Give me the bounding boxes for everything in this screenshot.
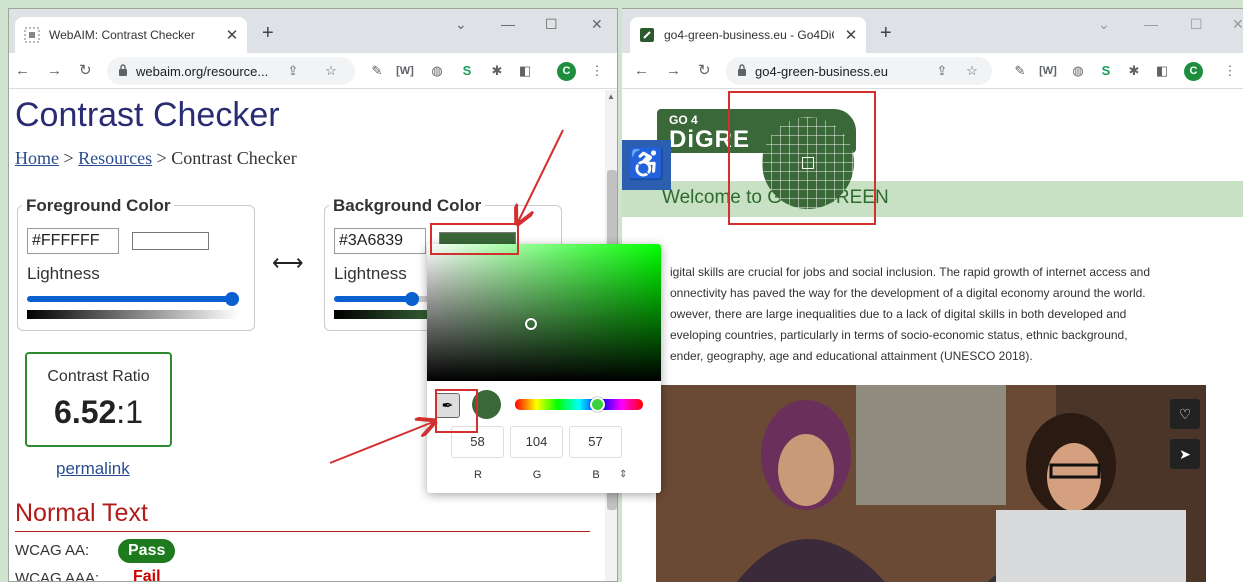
eyedropper-icon: ✒ bbox=[441, 397, 454, 413]
divider bbox=[15, 531, 590, 532]
foreground-lightness-label: Lightness bbox=[27, 264, 100, 283]
breadcrumb-separator: > bbox=[63, 148, 74, 168]
normal-text-heading: Normal Text bbox=[15, 499, 148, 527]
current-color-preview bbox=[472, 390, 501, 419]
breadcrumb: Home > Resources > Contrast Checker bbox=[15, 148, 297, 169]
heart-icon[interactable]: ♡ bbox=[1170, 399, 1200, 429]
contrast-ratio-box: Contrast Ratio 6.52:1 bbox=[25, 352, 172, 447]
tab-title: WebAIM: Contrast Checker bbox=[49, 28, 195, 42]
wcag-aaa-label: WCAG AAA: bbox=[15, 570, 100, 581]
share-icon[interactable]: ⇪ bbox=[283, 61, 303, 81]
reload-icon[interactable]: ↻ bbox=[79, 63, 92, 79]
foreground-hex-input[interactable] bbox=[27, 228, 119, 254]
paragraph-line: eveloping countries, particularly in ter… bbox=[670, 328, 1128, 342]
photo-illustration bbox=[656, 385, 1206, 582]
foreground-legend: Foreground Color bbox=[22, 196, 175, 216]
saturation-spectrum[interactable] bbox=[427, 244, 661, 381]
accessibility-icon[interactable]: ♿ bbox=[622, 140, 671, 190]
webaim-favicon-icon bbox=[24, 27, 40, 43]
hero-photo: ♡ ➤ bbox=[656, 385, 1206, 582]
new-tab-button[interactable]: + bbox=[262, 23, 274, 43]
eyedropper-button[interactable]: ✒ bbox=[435, 393, 460, 418]
blue-value-input[interactable]: 57 bbox=[569, 426, 622, 458]
scroll-up-icon[interactable]: ▲ bbox=[607, 92, 615, 101]
maximize-button[interactable]: ☐ bbox=[545, 16, 558, 32]
background-hex-input[interactable] bbox=[334, 228, 426, 254]
wcag-aaa-fail-status: Fail bbox=[133, 568, 161, 581]
background-legend: Background Color bbox=[329, 196, 486, 216]
back-icon[interactable]: ← bbox=[15, 63, 30, 79]
bookmark-star-icon[interactable]: ☆ bbox=[321, 61, 341, 81]
lock-icon bbox=[119, 64, 127, 76]
blue-label: B bbox=[592, 469, 600, 481]
profile-avatar[interactable]: C bbox=[557, 62, 576, 81]
s-extension-icon[interactable]: S bbox=[457, 61, 477, 81]
tab-search-icon[interactable]: ⌄ bbox=[455, 16, 467, 32]
background-lightness-thumb[interactable] bbox=[405, 292, 420, 306]
background-lightness-label: Lightness bbox=[334, 264, 407, 283]
share-send-icon[interactable]: ➤ bbox=[1170, 439, 1200, 469]
green-label: G bbox=[532, 469, 542, 481]
ratio-number: 6.52 bbox=[54, 394, 117, 430]
eyedropper-extension-icon[interactable]: ✎ bbox=[367, 61, 387, 81]
wcag-aa-pass-badge: Pass bbox=[118, 539, 176, 563]
foreground-lightness-slider[interactable] bbox=[27, 296, 239, 302]
welcome-banner: Welcome to Go4DiGREEN bbox=[622, 181, 1243, 217]
swap-colors-icon[interactable]: ⟷ bbox=[272, 250, 304, 276]
desktop: WebAIM: Contrast Checker ✕ + ⌄ — ☐ ✕ ← →… bbox=[0, 0, 1243, 582]
minimize-button[interactable]: — bbox=[501, 16, 515, 32]
contrast-ratio-label: Contrast Ratio bbox=[47, 368, 150, 385]
hue-slider[interactable] bbox=[515, 397, 643, 412]
paragraph-line: onnectivity has paved the way for the de… bbox=[670, 286, 1146, 300]
logo-go4-text: GO 4 bbox=[669, 113, 698, 127]
close-window-button[interactable]: ✕ bbox=[591, 16, 603, 32]
breadcrumb-current: Contrast Checker bbox=[171, 148, 297, 168]
eyedropper-magnifier bbox=[762, 117, 854, 209]
logo-digreen-text: DiGRE bbox=[669, 126, 751, 153]
format-toggle-icon[interactable]: ⇕ bbox=[619, 469, 627, 480]
page-title: Contrast Checker bbox=[15, 96, 280, 134]
address-bar[interactable]: webaim.org/resource... ⇪ ☆ bbox=[107, 57, 355, 85]
breadcrumb-resources-link[interactable]: Resources bbox=[78, 148, 152, 168]
permalink-link[interactable]: permalink bbox=[56, 459, 130, 479]
red-value-input[interactable]: 58 bbox=[451, 426, 504, 458]
menu-kebab-icon[interactable]: ⋮ bbox=[587, 61, 607, 81]
foreground-color-swatch[interactable] bbox=[132, 232, 209, 250]
red-label: R bbox=[474, 469, 482, 481]
puzzle-extensions-icon[interactable]: ✱ bbox=[487, 61, 507, 81]
foreground-lightness-thumb[interactable] bbox=[225, 292, 239, 306]
go4digreen-page: GO 4 DiGRE ♿ Welcome to Go4DiGREEN igita… bbox=[622, 9, 1243, 582]
tab-strip: WebAIM: Contrast Checker ✕ + ⌄ — ☐ ✕ bbox=[9, 9, 617, 53]
magnifier-center-pixel bbox=[802, 157, 814, 169]
url-text: webaim.org/resource... bbox=[136, 64, 269, 79]
forward-icon[interactable]: → bbox=[47, 63, 62, 79]
tab-webaim[interactable]: WebAIM: Contrast Checker ✕ bbox=[15, 17, 247, 53]
wave-extension-icon[interactable]: [W] bbox=[395, 61, 415, 81]
hue-slider-thumb[interactable] bbox=[589, 397, 605, 412]
paragraph-line: owever, there are large inequalities due… bbox=[670, 307, 1127, 321]
close-tab-icon[interactable]: ✕ bbox=[225, 26, 239, 44]
right-browser-window: go4-green-business.eu - Go4DiG ✕ + ⌄ — ☐… bbox=[622, 8, 1243, 582]
spectrum-cursor[interactable] bbox=[525, 318, 537, 330]
foreground-panel: Foreground Color Lightness bbox=[17, 196, 255, 331]
paragraph-line: igital skills are crucial for jobs and s… bbox=[670, 265, 1151, 279]
breadcrumb-home-link[interactable]: Home bbox=[15, 148, 59, 168]
paragraph-line: ender, geography, age and educational at… bbox=[670, 349, 1033, 363]
wcag-aa-label: WCAG AA: bbox=[15, 542, 90, 559]
ratio-suffix: :1 bbox=[116, 394, 143, 430]
green-value-input[interactable]: 104 bbox=[510, 426, 563, 458]
intro-paragraph: igital skills are crucial for jobs and s… bbox=[670, 262, 1230, 367]
browser-toolbar: ← → ↻ webaim.org/resource... ⇪ ☆ ✎ [W] ◍… bbox=[9, 53, 617, 89]
color-picker-popup: ✒ 58 104 57 R G B ⇕ bbox=[427, 244, 661, 493]
contrast-ratio-value: 6.52:1 bbox=[27, 394, 170, 431]
extension-icon[interactable]: ◍ bbox=[427, 61, 447, 81]
foreground-lightness-gradient bbox=[27, 310, 239, 319]
breadcrumb-separator: > bbox=[156, 148, 167, 168]
side-panel-icon[interactable]: ◧ bbox=[515, 61, 535, 81]
